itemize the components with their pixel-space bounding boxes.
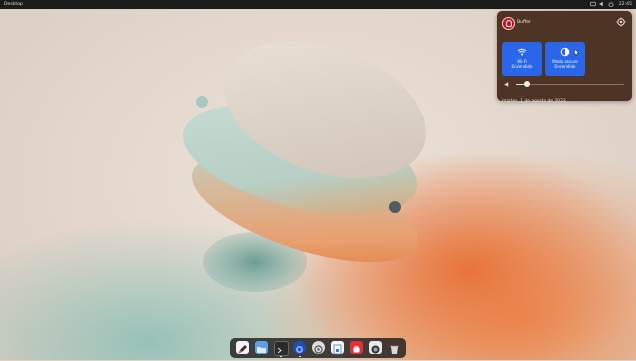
dock-app-store[interactable]: [350, 341, 363, 354]
dock-settings[interactable]: [312, 341, 325, 354]
dock-office[interactable]: [331, 341, 344, 355]
quick-settings-panel: Buffer Wi-Fi Encendido Modo oscuro Encen…: [497, 11, 632, 104]
document-icon: [333, 344, 342, 355]
volume-knob[interactable]: [523, 81, 530, 87]
camera-icon: [371, 345, 380, 354]
dock-files[interactable]: [255, 341, 268, 354]
volume-track[interactable]: [516, 83, 624, 85]
avatar[interactable]: [502, 17, 515, 30]
speaker-icon: [504, 82, 509, 87]
dock-browser[interactable]: [293, 341, 306, 354]
small-sphere: [196, 96, 208, 108]
user-name: Buffer: [517, 20, 531, 25]
wifi-status: Encendido: [511, 64, 533, 69]
dark-dot: [389, 201, 401, 213]
rocket-icon: [238, 345, 247, 354]
wifi-icon: [517, 48, 527, 56]
gear-icon[interactable]: [616, 17, 626, 27]
dock-photos[interactable]: [369, 341, 382, 354]
trash-icon: [390, 345, 399, 354]
dock-launcher[interactable]: [236, 341, 249, 354]
volume-slider[interactable]: [502, 79, 628, 89]
dark-mode-tile[interactable]: Modo oscuro Encendido: [545, 42, 585, 76]
browser-icon: [296, 346, 303, 353]
dark-mode-icon: [560, 47, 570, 57]
running-indicator: [299, 356, 301, 358]
settings-icon: [314, 345, 323, 354]
date-text: martes, 1 de agosto de 2023: [502, 99, 566, 104]
mouse-cursor-icon: [574, 49, 579, 56]
dark-mode-status: Encendido: [554, 64, 576, 69]
wifi-tile[interactable]: Wi-Fi Encendido: [502, 42, 542, 76]
dock: [230, 338, 406, 358]
folder-icon: [257, 347, 266, 353]
dock-trash[interactable]: [388, 341, 401, 354]
store-icon: [353, 346, 360, 353]
dock-terminal[interactable]: [274, 341, 289, 356]
